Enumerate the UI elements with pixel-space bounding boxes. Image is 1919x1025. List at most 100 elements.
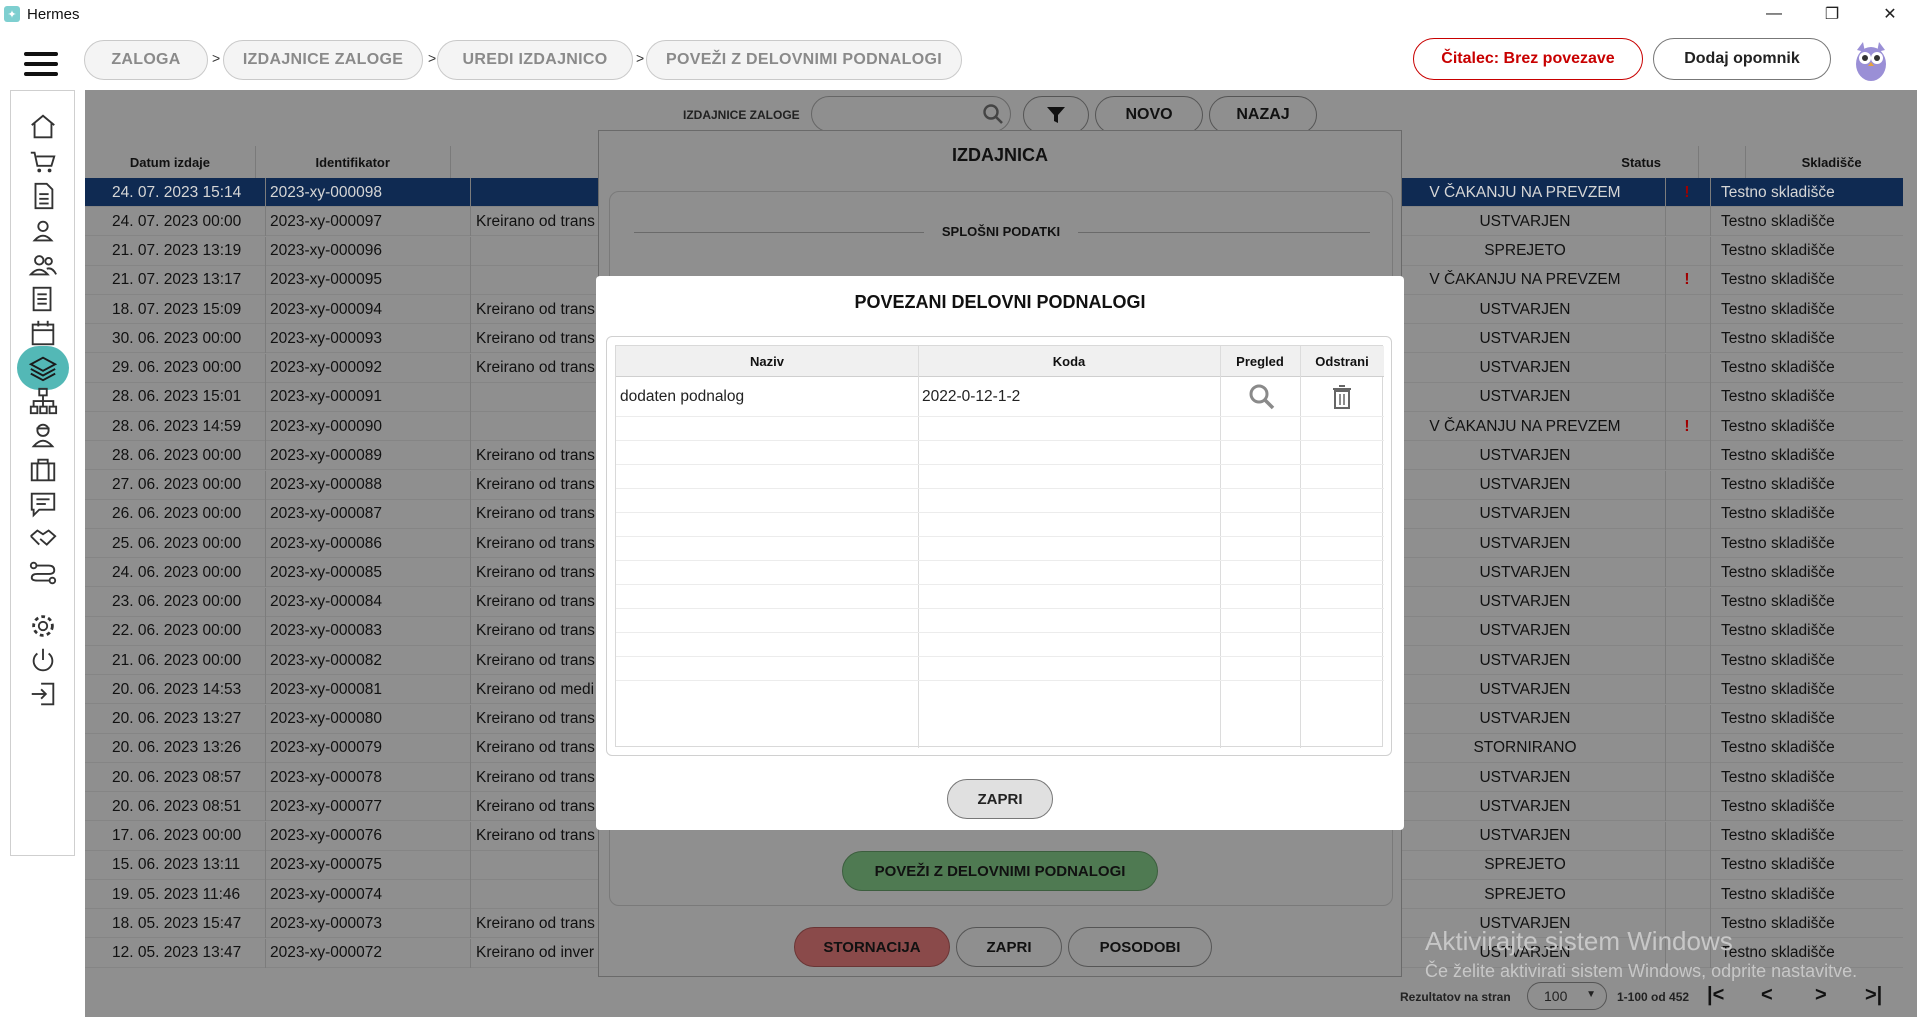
warning-icon	[1677, 763, 1697, 792]
briefcase-icon[interactable]	[27, 454, 59, 486]
cell-divider	[265, 207, 266, 237]
trash-icon[interactable]	[1332, 385, 1352, 414]
cell-id: 2023-xy-000084	[270, 593, 383, 610]
search-icon	[982, 103, 1004, 130]
breadcrumb-izdajnice-zaloge[interactable]: IZDAJNICE ZALOGE	[223, 40, 423, 80]
cell-divider	[470, 324, 471, 354]
storno-button[interactable]: STORNACIJA	[794, 927, 950, 967]
warning-icon	[1677, 617, 1697, 646]
cell-divider	[265, 324, 266, 354]
cell-divider	[470, 616, 471, 646]
update-button[interactable]: POSODOBI	[1068, 927, 1212, 967]
cell-divider	[1710, 178, 1711, 207]
card-reader-status-button[interactable]: Čitalec: Brez povezave	[1413, 38, 1643, 80]
warning-icon	[1677, 646, 1697, 675]
title-bar: ✦ Hermes — ❐ ✕	[0, 0, 1919, 28]
hamburger-menu-icon[interactable]	[24, 52, 58, 76]
document-icon[interactable]	[27, 180, 59, 212]
calendar-icon[interactable]	[27, 317, 59, 349]
grid-scrollbar[interactable]	[1903, 178, 1917, 968]
cell-divider	[1665, 295, 1666, 324]
cell-divider	[265, 441, 266, 471]
column-id[interactable]: Identifikator	[256, 146, 451, 178]
prev-page-icon[interactable]: <	[1761, 984, 1773, 1007]
cell-divider	[265, 587, 266, 617]
column-name[interactable]: Naziv	[616, 346, 918, 377]
cell-status: USTVARJEN	[1479, 505, 1571, 523]
hierarchy-icon[interactable]	[27, 385, 59, 417]
cell-status: USTVARJEN	[1479, 329, 1571, 347]
watermark-title: Aktivirajte sistem Windows	[1425, 926, 1733, 956]
layers-icon[interactable]	[17, 346, 69, 390]
user-icon[interactable]	[27, 215, 59, 247]
first-page-icon[interactable]: |<	[1707, 984, 1724, 1007]
cell-description: Kreirano od trans	[476, 622, 595, 640]
cell-divider	[470, 850, 471, 880]
cell-date: 24. 06. 2023 00:00	[112, 563, 242, 581]
cell-divider	[1710, 675, 1711, 705]
add-reminder-button[interactable]: Dodaj opomnik	[1653, 38, 1831, 80]
list-document-icon[interactable]	[27, 283, 59, 315]
cell-warehouse: Testno skladišče	[1721, 446, 1835, 464]
column-status[interactable]: Status	[1585, 146, 1699, 178]
preview-search-icon[interactable]	[1248, 383, 1276, 416]
close-dialog-button[interactable]: ZAPRI	[947, 779, 1053, 819]
users-icon[interactable]	[27, 249, 59, 281]
cell-divider	[470, 499, 471, 529]
cell-description: Kreirano od trans	[476, 739, 595, 757]
cell-divider	[265, 236, 266, 266]
handshake-icon[interactable]	[27, 522, 59, 554]
cell-warehouse: Testno skladišče	[1721, 242, 1835, 259]
breadcrumb-uredi-izdajnico[interactable]: UREDI IZDAJNICO	[437, 40, 633, 80]
column-code[interactable]: Koda	[918, 346, 1220, 377]
route-icon[interactable]	[27, 557, 59, 589]
column-warning	[1699, 146, 1747, 178]
cell-divider	[1665, 499, 1666, 529]
logout-icon[interactable]	[27, 678, 59, 710]
close-button[interactable]: ZAPRI	[956, 927, 1062, 967]
cell-divider	[1665, 178, 1666, 207]
minimize-button[interactable]: —	[1745, 0, 1803, 28]
cell-id: 2023-xy-000076	[270, 827, 383, 844]
cell-divider	[265, 733, 266, 763]
chat-icon[interactable]	[27, 488, 59, 520]
cell-description: Kreirano od trans	[476, 476, 595, 493]
power-icon[interactable]	[27, 644, 59, 676]
link-work-orders-button[interactable]: POVEŽI Z DELOVNIMI PODNALOGI	[842, 851, 1158, 891]
cell-status: SPREJETO	[1484, 885, 1566, 903]
cell-date: 20. 06. 2023 14:53	[112, 680, 242, 698]
filter-button[interactable]	[1023, 96, 1089, 134]
cell-description	[476, 266, 596, 295]
breadcrumb-zaloga[interactable]: ZALOGA	[84, 40, 208, 80]
close-window-button[interactable]: ✕	[1861, 0, 1919, 28]
cart-icon[interactable]	[27, 146, 59, 178]
per-page-select[interactable]: 100 ▼	[1527, 982, 1607, 1010]
home-icon[interactable]	[27, 111, 59, 143]
cell-divider	[1665, 850, 1666, 880]
worker-icon[interactable]	[27, 419, 59, 451]
breadcrumb-povezi-podnalogi[interactable]: POVEŽI Z DELOVNIMI PODNALOGI	[646, 40, 962, 80]
next-page-icon[interactable]: >	[1815, 984, 1827, 1007]
empty-row	[616, 489, 1384, 513]
cell-divider	[470, 470, 471, 500]
cell-date: 20. 06. 2023 08:57	[112, 768, 242, 786]
owl-mascot-icon[interactable]	[1851, 38, 1891, 82]
cell-divider	[470, 821, 471, 851]
cell-date: 22. 06. 2023 00:00	[112, 622, 242, 640]
last-page-icon[interactable]: >|	[1865, 984, 1882, 1007]
work-order-row[interactable]: dodaten podnalog 2022-0-12-1-2	[616, 377, 1384, 417]
cell-id: 2023-xy-000087	[270, 505, 383, 523]
back-button[interactable]: NAZAJ	[1209, 96, 1317, 134]
cell-date: 23. 06. 2023 00:00	[112, 593, 242, 610]
search-input[interactable]	[811, 96, 1011, 132]
cell-divider	[1665, 880, 1666, 909]
column-date[interactable]: Datum izdaje	[85, 146, 256, 178]
gear-icon[interactable]	[27, 610, 59, 642]
cell-divider	[1665, 587, 1666, 617]
column-warehouse[interactable]: Skladišče	[1746, 146, 1917, 178]
cell-warehouse: Testno skladišče	[1721, 271, 1835, 289]
new-button[interactable]: NOVO	[1095, 96, 1203, 134]
cell-id: 2023-xy-000090	[270, 417, 383, 435]
cell-description: Kreirano od trans	[476, 534, 595, 552]
maximize-button[interactable]: ❐	[1803, 0, 1861, 28]
